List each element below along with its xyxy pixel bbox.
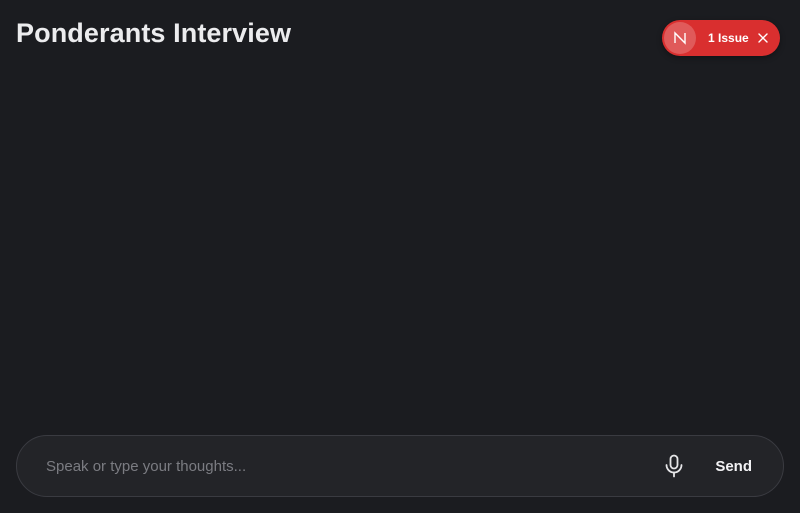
close-icon[interactable] [757,32,769,44]
send-button[interactable]: Send [715,458,752,475]
issues-badge[interactable]: 1 Issue [662,20,780,56]
microphone-icon[interactable] [661,453,687,479]
message-composer: Send [16,435,784,497]
interview-page: Ponderants Interview 1 Issue Send [0,0,800,513]
thoughts-input[interactable] [46,446,662,486]
nextjs-logo-icon [664,22,696,54]
issues-count-label: 1 Issue [708,31,749,45]
page-title: Ponderants Interview [16,18,292,48]
